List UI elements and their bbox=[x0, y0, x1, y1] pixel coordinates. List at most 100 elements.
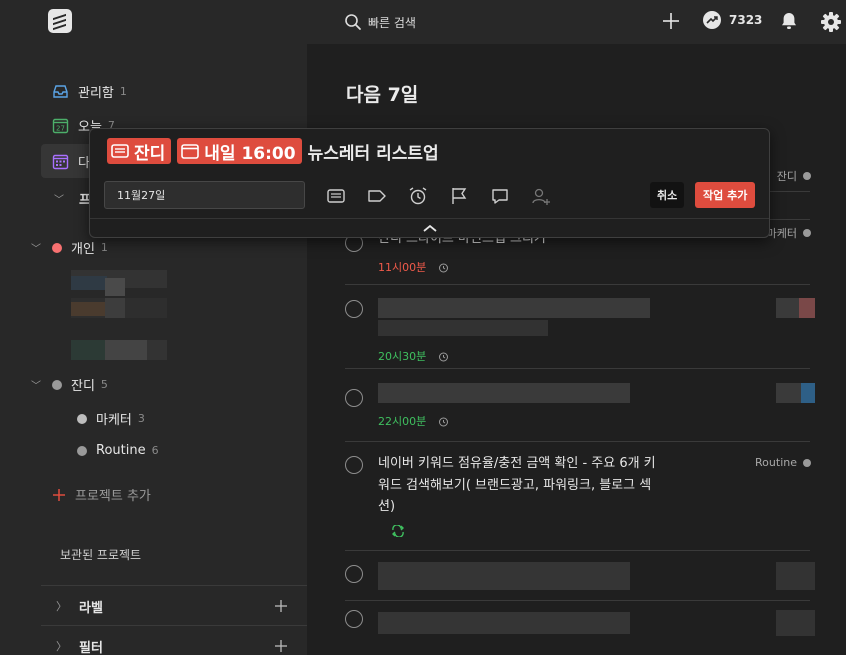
due-date-chip[interactable]: 내일 16:00 bbox=[177, 138, 302, 164]
task-project: Routine bbox=[755, 456, 811, 469]
priority-flag-icon[interactable] bbox=[449, 186, 469, 206]
project-count: 5 bbox=[100, 378, 108, 391]
redacted-task-title bbox=[378, 298, 650, 318]
project-count: 1 bbox=[100, 241, 108, 254]
calendar-today-icon: 27 bbox=[52, 118, 69, 134]
cancel-button[interactable]: 취소 bbox=[650, 182, 685, 208]
sidebar-item-subproject[interactable]: 마케터 3 bbox=[77, 409, 145, 428]
project-color-dot bbox=[803, 458, 811, 467]
divider bbox=[345, 368, 810, 369]
alarm-icon bbox=[438, 417, 448, 427]
project-color-dot bbox=[77, 445, 87, 456]
task-title-line[interactable]: 워드 검색해보기( 브랜드광고, 파워링크, 블로그 섹 bbox=[378, 475, 651, 497]
top-bar: 빠른 검색 7323 bbox=[0, 0, 846, 44]
project-icon[interactable] bbox=[326, 186, 346, 206]
project-label: Routine bbox=[96, 443, 146, 458]
project-color-dot bbox=[803, 172, 811, 180]
labels-section[interactable]: 라벨 bbox=[79, 597, 103, 616]
recurring-icon bbox=[392, 525, 404, 537]
sidebar-item-count: 1 bbox=[119, 85, 127, 98]
chevron-down-icon[interactable]: ﹀ bbox=[31, 240, 41, 255]
assign-icon[interactable] bbox=[531, 186, 551, 206]
task-checkbox[interactable] bbox=[345, 300, 363, 318]
alarm-icon bbox=[438, 263, 448, 273]
task-checkbox[interactable] bbox=[345, 610, 363, 628]
chevron-up-icon[interactable] bbox=[422, 223, 438, 233]
redacted-task-project bbox=[776, 610, 815, 636]
divider bbox=[345, 284, 810, 285]
quick-add-toolbar bbox=[326, 186, 551, 206]
task-title-text[interactable]: 뉴스레터 리스트업 bbox=[308, 139, 439, 164]
redacted-project-item bbox=[71, 270, 167, 296]
karma-widget[interactable]: 7323 bbox=[703, 11, 762, 29]
add-task-button[interactable]: 작업 추가 bbox=[695, 182, 756, 208]
project-label: 마케터 bbox=[96, 413, 132, 428]
project-color-dot bbox=[52, 242, 62, 253]
karma-icon bbox=[703, 11, 721, 29]
redacted-task-title bbox=[378, 383, 630, 403]
divider bbox=[41, 585, 307, 586]
sidebar-item-inbox[interactable]: 관리함 1 bbox=[52, 82, 127, 101]
project-label: 개인 bbox=[71, 242, 95, 257]
svg-text:27: 27 bbox=[56, 125, 65, 133]
task-item[interactable]: 22시00분 bbox=[345, 383, 815, 429]
due-date-field[interactable] bbox=[104, 181, 305, 209]
quick-add-dialog: 잔디 내일 16:00 뉴스레터 리스트업 취소 작업 추가 bbox=[89, 128, 770, 238]
redacted-task-project bbox=[776, 383, 815, 403]
archived-projects-link[interactable]: 보관된 프로젝트 bbox=[60, 546, 141, 563]
chevron-right-icon[interactable]: 〉 bbox=[56, 598, 67, 614]
bell-icon[interactable] bbox=[779, 11, 799, 31]
task-item[interactable]: 잔디 드라이브 마인드맵 그리기 11시00분 마케터 bbox=[345, 227, 811, 284]
divider bbox=[41, 625, 307, 626]
project-color-dot bbox=[52, 379, 62, 390]
redacted-task-title bbox=[378, 612, 630, 634]
calendar-icon bbox=[181, 144, 200, 159]
chevron-right-icon[interactable]: 〉 bbox=[56, 638, 67, 654]
redacted-project-item bbox=[71, 340, 167, 360]
divider bbox=[90, 218, 769, 219]
task-due-time: 11시00분 bbox=[378, 259, 449, 275]
divider bbox=[345, 550, 810, 551]
karma-count: 7323 bbox=[729, 13, 763, 27]
task-item[interactable]: 20시30분 bbox=[345, 298, 815, 368]
add-project-button[interactable]: 프로젝트 추가 bbox=[52, 485, 151, 504]
chevron-down-icon[interactable]: ﹀ bbox=[31, 377, 41, 392]
task-checkbox[interactable] bbox=[345, 565, 363, 583]
redacted-task-project bbox=[776, 298, 815, 318]
task-item[interactable] bbox=[345, 562, 815, 599]
task-title-line[interactable]: 션) bbox=[378, 496, 395, 518]
search-box[interactable]: 빠른 검색 bbox=[344, 11, 416, 33]
sidebar-item-subproject[interactable]: Routine 6 bbox=[77, 443, 159, 458]
divider bbox=[345, 441, 810, 442]
quick-add-plus-icon[interactable] bbox=[660, 10, 682, 32]
project-count: 6 bbox=[151, 444, 159, 457]
task-item[interactable]: 네이버 키워드 점유율/충전 금액 확인 - 주요 6개 키 워드 검색해보기(… bbox=[345, 456, 811, 546]
calendar-week-icon bbox=[52, 154, 69, 170]
task-title-line[interactable]: 네이버 키워드 점유율/충전 금액 확인 - 주요 6개 키 bbox=[378, 453, 656, 475]
filters-section[interactable]: 필터 bbox=[79, 637, 103, 655]
chevron-down-icon[interactable]: ﹀ bbox=[54, 191, 64, 206]
task-project: 마케터 bbox=[767, 225, 811, 241]
divider bbox=[345, 600, 810, 601]
add-filter-plus-icon[interactable] bbox=[274, 639, 288, 653]
search-placeholder: 빠른 검색 bbox=[368, 15, 416, 30]
quick-add-input[interactable]: 잔디 내일 16:00 뉴스레터 리스트업 bbox=[107, 138, 439, 164]
reminder-icon[interactable] bbox=[408, 186, 428, 206]
task-checkbox[interactable] bbox=[345, 456, 363, 474]
sidebar-item-project[interactable]: 잔디 5 bbox=[52, 375, 108, 394]
label-icon[interactable] bbox=[367, 186, 387, 206]
task-checkbox[interactable] bbox=[345, 389, 363, 407]
redacted-project-item bbox=[71, 298, 167, 318]
sidebar-item-project[interactable]: 개인 1 bbox=[52, 238, 108, 257]
project-list-icon bbox=[111, 144, 129, 158]
add-label-plus-icon[interactable] bbox=[274, 599, 288, 613]
sidebar-item-label: 관리함 bbox=[78, 86, 114, 101]
add-project-label: 프로젝트 추가 bbox=[75, 489, 151, 504]
task-due-time: 22시00분 bbox=[378, 413, 449, 429]
project-chip[interactable]: 잔디 bbox=[107, 138, 172, 164]
logo-icon[interactable] bbox=[48, 9, 72, 33]
comment-icon[interactable] bbox=[490, 186, 510, 206]
task-item[interactable] bbox=[345, 610, 815, 640]
project-color-dot bbox=[803, 229, 811, 237]
gear-icon[interactable] bbox=[820, 11, 842, 33]
